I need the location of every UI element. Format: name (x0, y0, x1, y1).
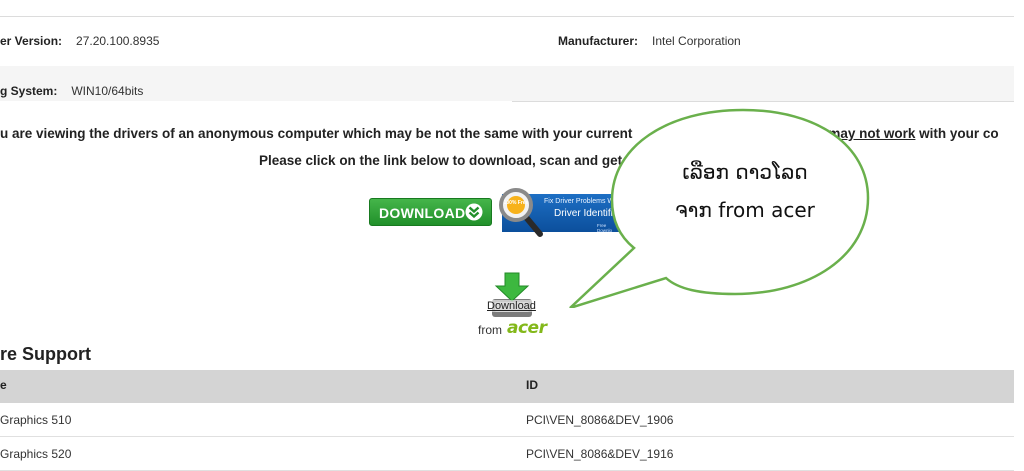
driver-version-row: er Version: 27.20.100.8935 (0, 34, 159, 48)
manufacturer-label: Manufacturer: (558, 34, 639, 48)
table-row (0, 403, 1014, 437)
manufacturer-value: Intel Corporation (652, 34, 741, 48)
device-name: Graphics 520 (0, 447, 72, 461)
acer-logo: acer (507, 318, 547, 338)
badge-text: 100% Free (504, 200, 529, 206)
manufacturer-row: Manufacturer: Intel Corporation (558, 34, 741, 48)
callout-line-1: ເລືອກ ດາວໂລດ (682, 160, 808, 184)
driver-version-value: 27.20.100.8935 (76, 34, 160, 48)
from-text: from (478, 323, 502, 337)
hardware-support-title: re Support (0, 344, 92, 364)
driver-version-label: er Version: (0, 34, 63, 48)
acer-download-label: Download (487, 300, 536, 312)
divider (512, 101, 1014, 102)
notice-text-start: u are viewing the drivers of an anonymou… (0, 126, 633, 141)
os-value: WIN10/64bits (71, 84, 144, 98)
divider (0, 16, 1014, 17)
os-row: g System: WIN10/64bits (0, 84, 143, 98)
device-name: Graphics 510 (0, 413, 72, 427)
device-id: PCI\VEN_8086&DEV_1916 (526, 447, 674, 461)
from-acer: from (478, 323, 502, 337)
acer-download-link[interactable]: Download (486, 271, 538, 319)
callout-line-2: ຈາກ from acer (675, 198, 815, 222)
table-row (0, 437, 1014, 471)
download-button[interactable]: DOWNLOAD (369, 198, 492, 226)
notice-text-end: with your co (915, 126, 999, 141)
device-id: PCI\VEN_8086&DEV_1906 (526, 413, 674, 427)
column-header-name: e (0, 378, 7, 392)
os-row-background (0, 66, 1014, 101)
table-header (0, 370, 1014, 403)
download-button-label: DOWNLOAD (379, 205, 466, 221)
column-header-id: ID (526, 378, 538, 392)
magnifier-icon: 100% Free (496, 186, 548, 243)
double-chevron-down-icon (465, 203, 483, 224)
os-label: g System: (0, 84, 58, 98)
